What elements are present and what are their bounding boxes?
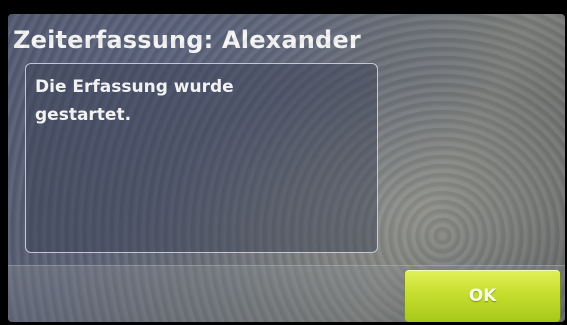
message-text: Die Erfassung wurde gestartet. [35,73,365,129]
dialog-title: Zeiterfassung: Alexander [13,26,361,54]
message-line-1: Die Erfassung wurde [35,77,234,97]
message-box: Die Erfassung wurde gestartet. [25,63,378,253]
message-line-2: gestartet. [35,105,132,125]
device-screen: Zeiterfassung: Alexander Die Erfassung w… [8,14,565,322]
ok-button-label: OK [468,286,497,306]
ok-button[interactable]: OK [405,270,560,322]
